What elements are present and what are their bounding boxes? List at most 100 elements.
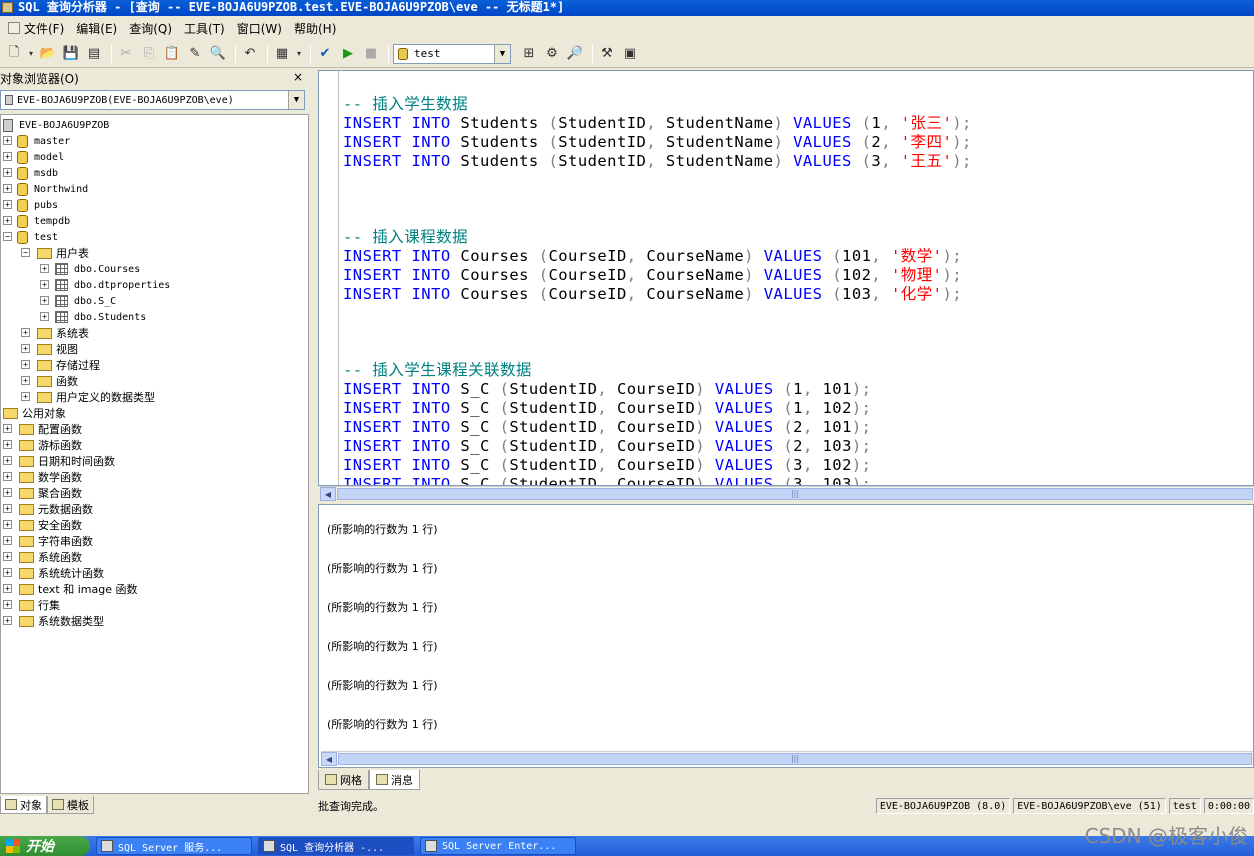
tree-node-folder[interactable]: + 字符串函数 <box>1 533 93 549</box>
expand-icon[interactable]: + <box>40 312 49 321</box>
results-pane-icon[interactable]: ▣ <box>620 44 640 64</box>
new-query-icon[interactable]: 🗋 <box>4 44 24 64</box>
query-editor[interactable]: -- 插入学生数据 INSERT INTO Students (StudentID… <box>318 70 1254 486</box>
object-search-icon[interactable]: 🔎 <box>565 44 585 64</box>
parse-check-icon[interactable]: ✔ <box>315 44 335 64</box>
scrollbar-thumb[interactable]: ||| <box>338 752 1252 765</box>
expand-icon[interactable]: + <box>3 184 12 193</box>
results-horizontal-scrollbar[interactable]: ◀ ||| <box>321 751 1253 766</box>
menu-tools[interactable]: 工具(T) <box>178 20 231 37</box>
scroll-left-icon[interactable]: ◀ <box>321 751 337 766</box>
menu-help[interactable]: 帮助(H) <box>288 20 342 37</box>
expand-icon[interactable]: + <box>3 440 12 449</box>
tree-node-folder[interactable]: + 系统数据类型 <box>1 613 104 629</box>
tree-node-folder[interactable]: + 系统统计函数 <box>1 565 104 581</box>
tab-grid[interactable]: 网格 <box>318 770 369 790</box>
copy-icon[interactable]: ⎘ <box>139 44 159 64</box>
undo-icon[interactable]: ↶ <box>240 44 260 64</box>
expand-icon[interactable]: + <box>21 360 30 369</box>
tab-objects[interactable]: 对象 <box>0 796 47 814</box>
menu-window[interactable]: 窗口(W) <box>231 20 288 37</box>
expand-icon[interactable]: + <box>40 264 49 273</box>
tree-node-folder[interactable]: + 日期和时间函数 <box>1 453 115 469</box>
tree-node-folder[interactable]: + 聚合函数 <box>1 485 82 501</box>
expand-icon[interactable]: + <box>3 456 12 465</box>
collapse-icon[interactable]: − <box>21 248 30 257</box>
close-icon[interactable]: × <box>291 70 305 84</box>
expand-icon[interactable]: + <box>40 280 49 289</box>
tree-node-folder[interactable]: + 系统函数 <box>1 549 82 565</box>
tree-node-db-tempdb[interactable]: + tempdb <box>1 213 70 229</box>
tree-node-folder[interactable]: + text 和 image 函数 <box>1 581 137 597</box>
menu-query[interactable]: 查询(Q) <box>123 20 178 37</box>
tree-node-table[interactable]: + dbo.S_C <box>1 293 116 309</box>
paste-icon[interactable]: 📋 <box>162 44 182 64</box>
taskbar-item[interactable]: SQL 查询分析器 -... <box>258 837 414 855</box>
menu-edit[interactable]: 编辑(E) <box>70 20 123 37</box>
database-select[interactable]: test ▼ <box>393 43 511 64</box>
tree-node-folder[interactable]: + 用户定义的数据类型 <box>1 389 155 405</box>
insert-template-icon[interactable]: ▤ <box>84 44 104 64</box>
find-icon[interactable]: 🔍 <box>208 44 228 64</box>
tree-node-user-tables[interactable]: − 用户表 <box>1 245 89 261</box>
save-icon[interactable]: 💾 <box>61 44 81 64</box>
expand-icon[interactable]: + <box>3 216 12 225</box>
code-area[interactable]: -- 插入学生数据 INSERT INTO Students (StudentID… <box>343 95 972 485</box>
results-mode-icon[interactable]: ▦ <box>272 44 292 64</box>
expand-icon[interactable]: + <box>21 376 30 385</box>
tree-node-folder[interactable]: + 存储过程 <box>1 357 100 373</box>
scroll-left-icon[interactable]: ◀ <box>320 486 336 501</box>
expand-icon[interactable]: + <box>3 584 12 593</box>
tree-node-db-northwind[interactable]: + Northwind <box>1 181 88 197</box>
cut-icon[interactable]: ✂ <box>116 44 136 64</box>
execute-icon[interactable]: ▶ <box>338 44 358 64</box>
tree-node-folder[interactable]: + 安全函数 <box>1 517 82 533</box>
tree-node-folder[interactable]: + 元数据函数 <box>1 501 93 517</box>
expand-icon[interactable]: + <box>3 424 12 433</box>
tree-node-db-model[interactable]: + model <box>1 149 64 165</box>
expand-icon[interactable]: + <box>40 296 49 305</box>
expand-icon[interactable]: + <box>3 168 12 177</box>
expand-icon[interactable]: + <box>21 328 30 337</box>
tree-node-table[interactable]: + dbo.dtproperties <box>1 277 170 293</box>
expand-icon[interactable]: + <box>3 616 12 625</box>
object-browser-icon[interactable]: ⚙ <box>542 44 562 64</box>
expand-icon[interactable]: + <box>3 536 12 545</box>
scrollbar-thumb[interactable]: ||| <box>337 487 1253 500</box>
stop-icon[interactable]: ■ <box>361 44 381 64</box>
show-plan-icon[interactable]: ⊞ <box>519 44 539 64</box>
collapse-icon[interactable]: − <box>3 232 12 241</box>
tab-templates[interactable]: 模板 <box>47 796 94 814</box>
tree-node-server[interactable]: EVE-BOJA6U9PZOB <box>3 117 109 133</box>
expand-icon[interactable]: + <box>3 600 12 609</box>
open-folder-icon[interactable]: 📂 <box>38 44 58 64</box>
properties-icon[interactable]: ⚒ <box>597 44 617 64</box>
tree-node-folder[interactable]: + 数学函数 <box>1 469 82 485</box>
expand-icon[interactable]: + <box>3 136 12 145</box>
tree-node-folder[interactable]: + 函数 <box>1 373 78 389</box>
expand-icon[interactable]: + <box>3 552 12 561</box>
chevron-down-icon[interactable]: ▼ <box>288 91 304 109</box>
tree-node-db-pubs[interactable]: + pubs <box>1 197 58 213</box>
tree-node-folder[interactable]: + 行集 <box>1 597 60 613</box>
taskbar-item[interactable]: SQL Server 服务... <box>96 837 252 855</box>
tree-node-table[interactable]: + dbo.Courses <box>1 261 140 277</box>
expand-icon[interactable]: + <box>3 568 12 577</box>
tree-node-db-test[interactable]: − test <box>1 229 58 245</box>
editor-horizontal-scrollbar[interactable]: ◀ ||| <box>320 486 1254 501</box>
expand-icon[interactable]: + <box>21 392 30 401</box>
menu-file[interactable]: 文件(F) <box>2 20 70 37</box>
tree-node-folder[interactable]: + 游标函数 <box>1 437 82 453</box>
tree-node-folder[interactable]: + 系统表 <box>1 325 89 341</box>
tree-node-common-objects[interactable]: 公用对象 <box>1 405 66 421</box>
tree-node-db-master[interactable]: + master <box>1 133 70 149</box>
clear-window-icon[interactable]: ✎ <box>185 44 205 64</box>
expand-icon[interactable]: + <box>21 344 30 353</box>
expand-icon[interactable]: + <box>3 152 12 161</box>
expand-icon[interactable]: + <box>3 488 12 497</box>
expand-icon[interactable]: + <box>3 520 12 529</box>
dropdown-arrow-icon[interactable]: ▾ <box>295 44 303 64</box>
dropdown-arrow-icon[interactable]: ▾ <box>27 44 35 64</box>
start-button[interactable]: 开始 <box>0 836 90 856</box>
chevron-down-icon[interactable]: ▼ <box>494 44 510 63</box>
